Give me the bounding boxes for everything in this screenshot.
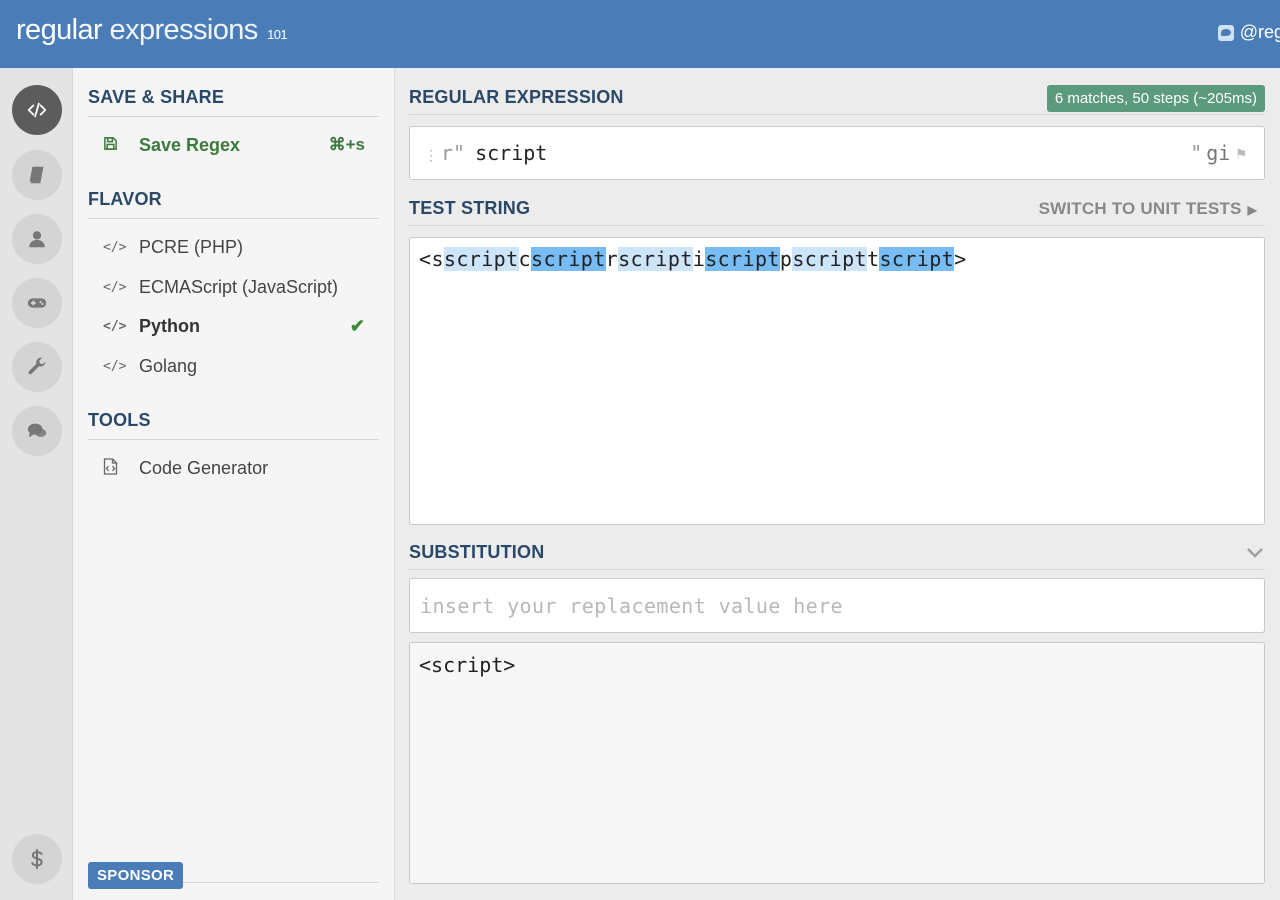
regex-prefix-text: r" [441,141,466,165]
substitution-heading: SUBSTITUTION [409,542,1265,570]
icon-rail [0,68,73,900]
tools-heading: TOOLS [88,410,379,440]
gamepad-icon [27,298,47,308]
logo-word-regular: regular [16,14,103,46]
test-text: c [518,247,531,271]
rail-code-button[interactable] [12,85,62,135]
test-text: i [692,247,706,271]
sidebar: SAVE & SHARE Save Regex ⌘+s FLAVOR </> P… [73,68,395,900]
chat-icon [27,423,47,438]
substitution-result: <script> [409,642,1265,884]
code-icon: </> [103,318,127,334]
drag-handle-icon[interactable]: ⋮ [424,148,438,164]
match-highlight: script [531,247,606,271]
wrench-icon [28,357,46,375]
test-string-input[interactable]: <sscriptcscriptrscriptiscriptpscripttscr… [409,237,1265,525]
regex-input[interactable]: ⋮ r" script " gi ⚑ [409,126,1265,180]
save-regex-button[interactable]: Save Regex ⌘+s [103,130,365,160]
flavor-item-golang[interactable]: </> Golang [103,351,365,381]
regex-delimiter-prefix: ⋮ r" [424,141,465,165]
flavor-label: PCRE (PHP) [139,236,244,257]
regex-suffix-text: " [1190,141,1203,165]
test-text: p [779,247,793,271]
book-icon [29,166,44,184]
dollar-icon [31,848,43,870]
rail-settings-button[interactable] [12,342,62,392]
regex-delimiter-suffix: " gi ⚑ [1190,141,1246,165]
code-icon [27,102,47,118]
switch-label: SWITCH TO UNIT TESTS [1038,199,1242,218]
match-highlight: script [792,247,867,271]
logo-version: 101 [267,27,288,42]
test-text: <s [419,247,444,271]
app-header: regular expressions 101 @reg [0,0,1280,68]
rail-chat-button[interactable] [12,406,62,456]
main-panel: REGULAR EXPRESSION 6 matches, 50 steps (… [396,68,1280,900]
save-regex-label: Save Regex [139,134,241,155]
twitter-handle: @reg [1239,22,1280,42]
checkmark-icon: ✔ [349,315,365,336]
match-highlight: script [618,247,693,271]
flavor-heading: FLAVOR [88,189,379,219]
switch-to-unit-tests-link[interactable]: SWITCH TO UNIT TESTS ▶ [1039,199,1257,219]
user-icon [29,231,45,248]
save-share-heading: SAVE & SHARE [88,87,379,117]
code-icon: </> [103,239,127,255]
sponsor-badge[interactable]: SPONSOR [88,862,184,889]
flag-icon[interactable]: ⚑ [1236,144,1246,163]
rail-library-button[interactable] [12,150,62,200]
floppy-disk-icon [103,136,125,155]
logo[interactable]: regular expressions 101 [16,14,288,47]
code-icon: </> [103,279,127,295]
match-highlight: script [705,247,780,271]
regex-value[interactable]: script [475,141,547,165]
flavor-item-pcre[interactable]: </> PCRE (PHP) [103,232,365,262]
code-icon: </> [103,358,127,374]
substitution-input[interactable] [409,578,1265,633]
match-highlight: script [443,247,519,271]
match-highlight: script [879,247,955,271]
test-text: r [605,247,619,271]
tool-label: Code Generator [139,457,269,478]
flavor-label: Golang [139,355,198,376]
caret-right-icon: ▶ [1247,203,1257,217]
twitter-link[interactable]: @reg [1217,22,1280,43]
test-text: t [866,247,880,271]
save-shortcut: ⌘+s [328,135,365,154]
flavor-item-ecmascript[interactable]: </> ECMAScript (JavaScript) [103,272,365,302]
regex-flags[interactable]: gi [1206,141,1230,165]
flavor-label: Python [139,315,200,336]
flavor-item-python[interactable]: </> Python ✔ [103,311,365,341]
test-text: > [954,247,967,271]
code-file-icon [103,457,125,479]
chevron-down-icon[interactable] [1246,543,1264,564]
rail-account-button[interactable] [12,214,62,264]
twitter-icon [1217,24,1234,41]
match-info-badge[interactable]: 6 matches, 50 steps (~205ms) [1046,85,1265,112]
tool-item-code-generator[interactable]: Code Generator [103,453,365,483]
rail-quiz-button[interactable] [12,278,62,328]
flavor-label: ECMAScript (JavaScript) [139,276,339,297]
logo-word-expressions: expressions [109,14,259,46]
rail-donate-button[interactable] [12,834,62,884]
